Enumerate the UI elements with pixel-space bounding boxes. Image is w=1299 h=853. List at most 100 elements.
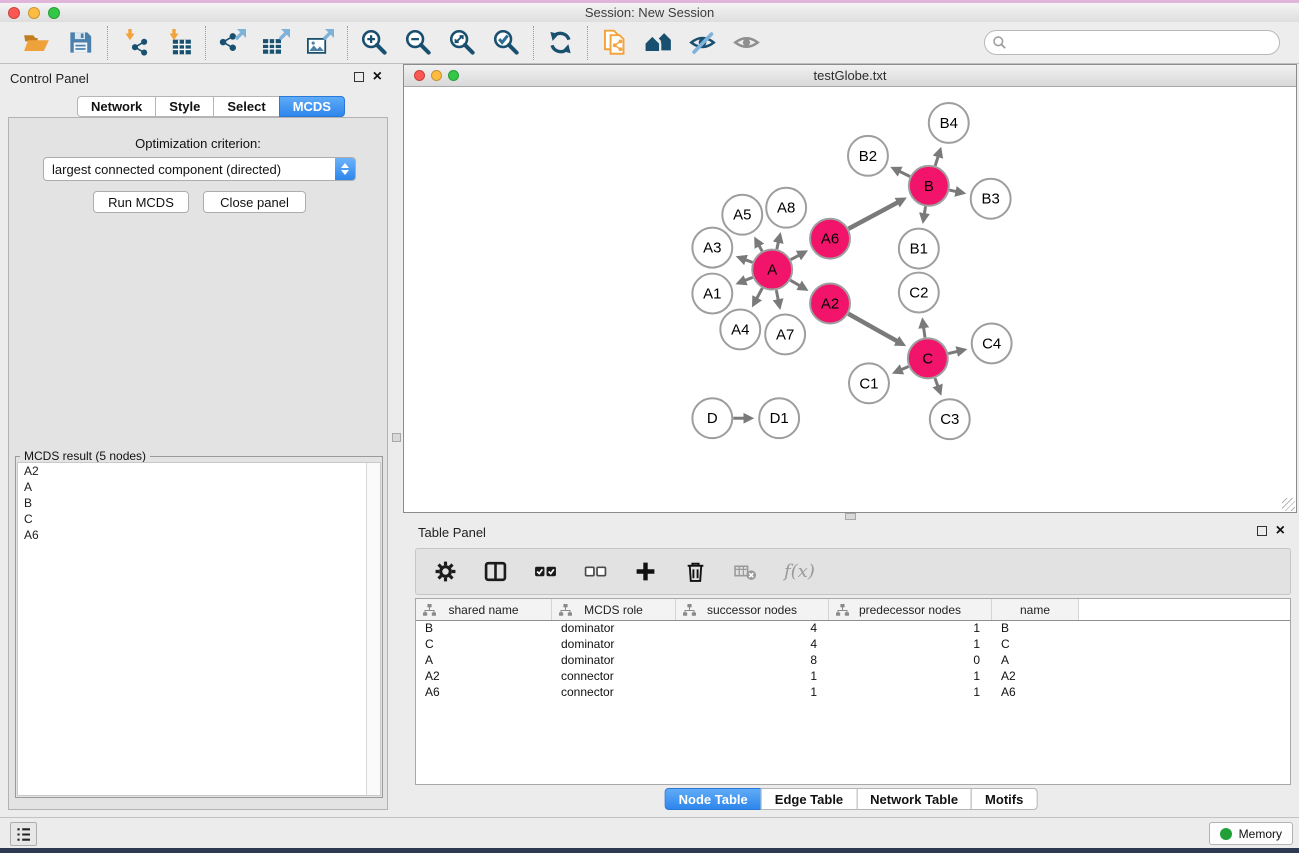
network-canvas[interactable]: AA1A3A5A8A6A2A4A7BB1B2B3B4CC1C2C3C4DD1 bbox=[404, 88, 1296, 512]
graph-node-D1[interactable]: D1 bbox=[759, 398, 799, 438]
tab-style[interactable]: Style bbox=[155, 96, 214, 117]
cell-shared-name[interactable]: C bbox=[416, 637, 552, 653]
cell-name[interactable]: A bbox=[992, 653, 1079, 669]
zoom-in-icon[interactable] bbox=[361, 29, 388, 56]
scrollbar-track[interactable] bbox=[366, 463, 380, 795]
open-file-icon[interactable] bbox=[23, 29, 50, 56]
cell-predecessor-nodes[interactable]: 1 bbox=[829, 685, 992, 701]
cell-predecessor-nodes[interactable]: 1 bbox=[829, 621, 992, 637]
graph-node-C4[interactable]: C4 bbox=[972, 323, 1012, 363]
network-graph[interactable]: AA1A3A5A8A6A2A4A7BB1B2B3B4CC1C2C3C4DD1 bbox=[404, 88, 1296, 512]
edge-C-C4[interactable] bbox=[948, 351, 958, 353]
graph-node-C[interactable]: C bbox=[908, 338, 948, 378]
graph-node-C1[interactable]: C1 bbox=[849, 363, 889, 403]
edge-A-A2[interactable] bbox=[790, 280, 801, 286]
cell-name[interactable]: A2 bbox=[992, 669, 1079, 685]
cell-successor-nodes[interactable]: 8 bbox=[676, 653, 829, 669]
cell-shared-name[interactable]: A6 bbox=[416, 685, 552, 701]
save-session-icon[interactable] bbox=[67, 29, 94, 56]
cell-name[interactable]: B bbox=[992, 621, 1079, 637]
graph-node-A[interactable]: A bbox=[752, 250, 792, 290]
tab-edge-table[interactable]: Edge Table bbox=[761, 788, 857, 810]
close-panel-button[interactable]: Close panel bbox=[203, 191, 306, 213]
edge-B-B2[interactable] bbox=[898, 171, 910, 177]
graph-node-A4[interactable]: A4 bbox=[720, 309, 760, 349]
mcds-result-item[interactable]: A bbox=[18, 479, 380, 495]
graph-node-C3[interactable]: C3 bbox=[930, 399, 970, 439]
edge-A-A7[interactable] bbox=[776, 290, 778, 301]
cell-shared-name[interactable]: A2 bbox=[416, 669, 552, 685]
show-hide-view-icon[interactable] bbox=[733, 29, 760, 56]
edge-A-A3[interactable] bbox=[744, 259, 752, 262]
column-header-successor-nodes[interactable]: successor nodes bbox=[676, 599, 829, 620]
edge-C-C1[interactable] bbox=[900, 367, 908, 371]
gear-icon[interactable] bbox=[434, 560, 457, 583]
cell-name[interactable]: A6 bbox=[992, 685, 1079, 701]
table-row[interactable]: A2connector11A2 bbox=[416, 669, 1290, 685]
column-header-predecessor-nodes[interactable]: predecessor nodes bbox=[829, 599, 992, 620]
graph-node-A7[interactable]: A7 bbox=[765, 314, 805, 354]
table-panel-close-icon[interactable]: × bbox=[1276, 526, 1285, 536]
table-panel-float-icon[interactable] bbox=[1257, 526, 1267, 536]
graph-node-A2[interactable]: A2 bbox=[810, 284, 850, 324]
cell-MCDS-role[interactable]: connector bbox=[552, 669, 676, 685]
show-hide-style-icon[interactable] bbox=[689, 29, 716, 56]
edge-A-A1[interactable] bbox=[744, 277, 753, 281]
tab-network-table[interactable]: Network Table bbox=[856, 788, 972, 810]
table-row[interactable]: Cdominator41C bbox=[416, 637, 1290, 653]
cell-MCDS-role[interactable]: dominator bbox=[552, 637, 676, 653]
duplicate-network-icon[interactable] bbox=[601, 29, 628, 56]
control-panel-close-icon[interactable]: × bbox=[373, 72, 382, 82]
search-box[interactable] bbox=[984, 30, 1280, 55]
graph-node-B4[interactable]: B4 bbox=[929, 103, 969, 143]
edge-C-C3[interactable] bbox=[935, 378, 938, 387]
mcds-result-list[interactable]: A2ABCA6 bbox=[17, 462, 381, 796]
cell-successor-nodes[interactable]: 1 bbox=[676, 685, 829, 701]
graph-node-B[interactable]: B bbox=[909, 166, 949, 206]
home-icon[interactable] bbox=[645, 29, 672, 56]
mcds-result-item[interactable]: A2 bbox=[18, 463, 380, 479]
import-network-icon[interactable] bbox=[121, 29, 148, 56]
tab-mcds[interactable]: MCDS bbox=[279, 96, 345, 117]
edge-A-A8[interactable] bbox=[777, 241, 779, 249]
graph-node-A5[interactable]: A5 bbox=[722, 195, 762, 235]
select-all-icon[interactable] bbox=[534, 560, 557, 583]
column-header-shared-name[interactable]: shared name bbox=[416, 599, 552, 620]
edge-A-A5[interactable] bbox=[758, 244, 762, 251]
export-image-icon[interactable] bbox=[307, 29, 334, 56]
control-panel-float-icon[interactable] bbox=[354, 72, 364, 82]
cell-successor-nodes[interactable]: 4 bbox=[676, 621, 829, 637]
edge-B-B3[interactable] bbox=[949, 190, 957, 192]
export-table-icon[interactable] bbox=[263, 29, 290, 56]
cell-MCDS-role[interactable]: dominator bbox=[552, 621, 676, 637]
graph-node-B2[interactable]: B2 bbox=[848, 136, 888, 176]
cell-successor-nodes[interactable]: 4 bbox=[676, 637, 829, 653]
table-row[interactable]: A6connector11A6 bbox=[416, 685, 1290, 701]
vertical-splitter-handle[interactable] bbox=[392, 433, 401, 442]
mcds-result-item[interactable]: C bbox=[18, 511, 380, 527]
edge-A6-B[interactable] bbox=[849, 202, 899, 229]
run-mcds-button[interactable]: Run MCDS bbox=[93, 191, 189, 213]
delete-row-icon[interactable] bbox=[684, 560, 707, 583]
cell-name[interactable]: C bbox=[992, 637, 1079, 653]
tab-select[interactable]: Select bbox=[213, 96, 279, 117]
cell-MCDS-role[interactable]: dominator bbox=[552, 653, 676, 669]
cell-predecessor-nodes[interactable]: 1 bbox=[829, 669, 992, 685]
edge-B-B1[interactable] bbox=[924, 206, 925, 215]
column-header-name[interactable]: name bbox=[992, 599, 1079, 620]
edge-A2-C[interactable] bbox=[848, 314, 898, 342]
import-table-icon[interactable] bbox=[165, 29, 192, 56]
cell-MCDS-role[interactable]: connector bbox=[552, 685, 676, 701]
refresh-icon[interactable] bbox=[547, 29, 574, 56]
zoom-selected-icon[interactable] bbox=[493, 29, 520, 56]
zoom-out-icon[interactable] bbox=[405, 29, 432, 56]
cell-predecessor-nodes[interactable]: 0 bbox=[829, 653, 992, 669]
memory-button[interactable]: Memory bbox=[1209, 822, 1293, 845]
graph-node-B1[interactable]: B1 bbox=[899, 229, 939, 269]
deselect-all-icon[interactable] bbox=[584, 560, 607, 583]
edge-B-B4[interactable] bbox=[935, 155, 938, 166]
resize-grip-icon[interactable] bbox=[1282, 498, 1295, 511]
cell-shared-name[interactable]: A bbox=[416, 653, 552, 669]
add-row-icon[interactable] bbox=[634, 560, 657, 583]
cell-shared-name[interactable]: B bbox=[416, 621, 552, 637]
